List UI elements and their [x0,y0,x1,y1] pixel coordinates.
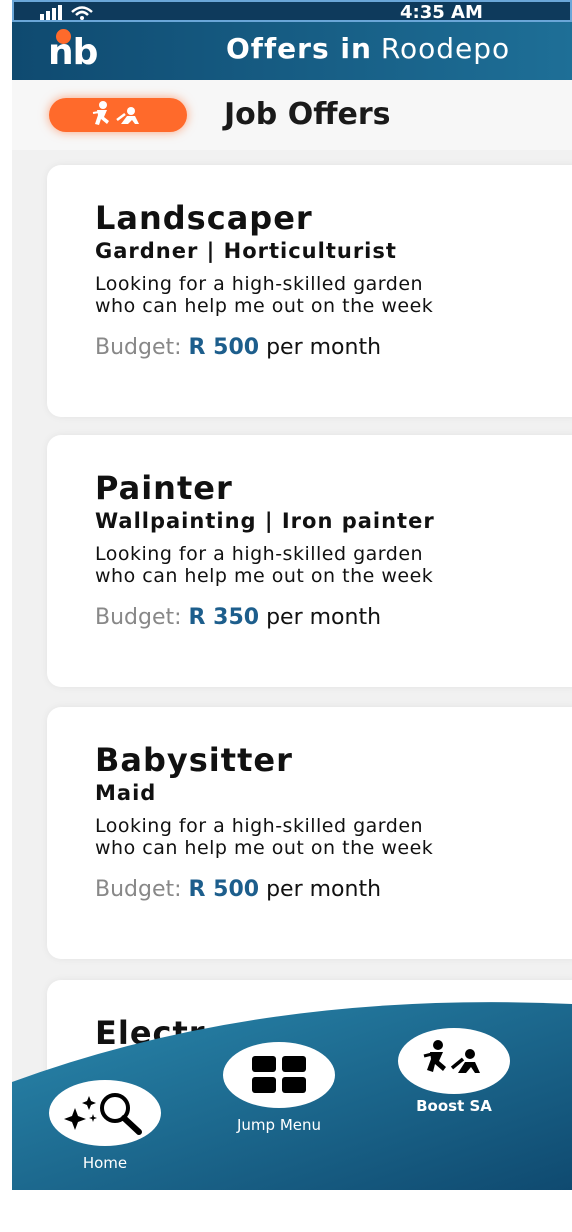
nav-home[interactable]: Home [49,1080,161,1172]
signal-wifi-icon [40,4,110,24]
budget-amount: R 350 [188,605,260,630]
budget-amount: R 500 [188,877,260,902]
job-description-line: Looking for a high-skilled garden [95,543,424,565]
job-categories: Gardner | Horticulturist [95,239,397,263]
jump-menu-circle [223,1042,335,1108]
nav-boost-sa[interactable]: Boost SA [398,1028,510,1115]
job-description: Looking for a high-skilled garden who ca… [95,543,433,587]
job-budget: Budget: R 500 per month [95,877,381,902]
job-title: Painter [95,469,233,507]
nav-home-label: Home [82,1154,128,1172]
location-name[interactable]: Roodepo [381,32,510,65]
job-description-line: who can help me out on the week [95,295,434,317]
budget-label: Budget: [95,605,182,630]
nav-boost-label: Boost SA [416,1097,492,1115]
title-prefix: Offers in [226,32,372,65]
job-card[interactable]: Painter Wallpainting | Iron painter Look… [47,435,572,687]
job-budget: Budget: R 500 per month [95,335,381,360]
bottom-nav: Home Jump Menu Boost SA [12,1000,572,1190]
budget-period: per month [266,335,382,360]
worker-icon [423,1040,480,1073]
sparkle-search-icon [64,1093,142,1135]
job-description: Looking for a high-skilled garden who ca… [95,815,433,859]
nb-logo[interactable]: nb [46,26,116,74]
job-title: Babysitter [95,741,293,779]
grid-icon [252,1056,306,1093]
app-header: nb Offers in Roodepo [12,22,572,80]
budget-period: per month [266,605,382,630]
app-screen: 4:35 AM nb Offers in Roodepo Job Offers [12,0,572,1190]
nav-jump-menu[interactable]: Jump Menu [223,1042,335,1134]
section-header: Job Offers [12,80,572,150]
job-card[interactable]: Babysitter Maid Looking for a high-skill… [47,707,572,959]
job-description-line: Looking for a high-skilled garden [95,273,424,295]
job-description-line: Looking for a high-skilled garden [95,815,424,837]
job-card[interactable]: Landscaper Gardner | Horticulturist Look… [47,165,572,417]
job-offers-badge[interactable] [49,98,187,132]
budget-amount: R 500 [188,335,260,360]
nav-jump-menu-label: Jump Menu [236,1116,322,1134]
section-title: Job Offers [224,97,391,132]
budget-label: Budget: [95,335,182,360]
job-categories: Maid [95,781,157,805]
budget-label: Budget: [95,877,182,902]
job-description-line: who can help me out on the week [95,565,434,587]
logo-dot [56,29,71,44]
page-title: Offers in Roodepo [226,32,510,65]
home-circle [49,1080,161,1146]
worker-icon [92,101,139,125]
budget-period: per month [266,877,382,902]
job-title: Landscaper [95,199,313,237]
status-time: 4:35 AM [400,2,483,23]
job-budget: Budget: R 350 per month [95,605,381,630]
job-description-line: who can help me out on the week [95,837,434,859]
job-categories: Wallpainting | Iron painter [95,509,435,533]
status-bar: 4:35 AM [12,0,572,24]
job-description: Looking for a high-skilled garden who ca… [95,273,433,317]
boost-circle [398,1028,510,1094]
